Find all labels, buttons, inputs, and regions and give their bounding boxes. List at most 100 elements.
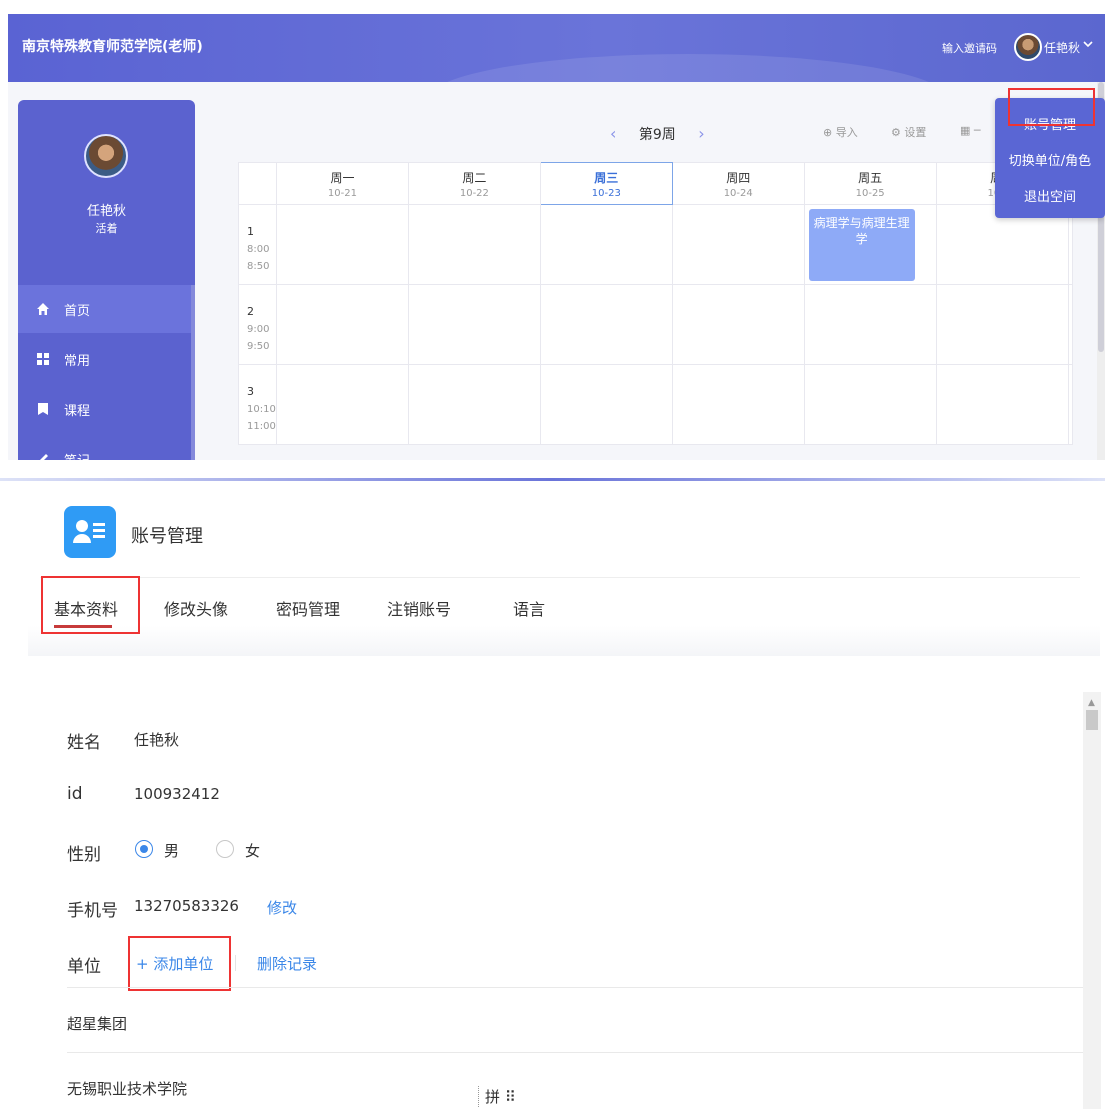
schedule-cell[interactable] — [803, 284, 937, 365]
invite-code-link[interactable]: 输入邀请码 — [942, 40, 997, 56]
account-icon-line — [93, 529, 105, 532]
schedule-cell[interactable] — [276, 284, 409, 365]
sidebar-item-common[interactable]: 常用 — [18, 335, 191, 383]
gender-male-label[interactable]: 男 — [164, 840, 179, 861]
schedule-cell[interactable] — [671, 204, 805, 285]
schedule-cell[interactable] — [407, 284, 541, 365]
schedule-row: 3 10:10 11:00 — [238, 364, 1074, 445]
course-card[interactable]: 病理学与病理生理学 — [808, 209, 915, 281]
day-header: 周四 10-24 — [671, 162, 805, 205]
bookmark-icon — [36, 402, 50, 416]
tab-language[interactable]: 语言 — [513, 596, 545, 620]
view-toggle-icon[interactable]: ▦ ─ — [960, 124, 981, 137]
menu-item-exit-space[interactable]: 退出空间 — [995, 186, 1105, 205]
phone-edit-link[interactable]: 修改 — [267, 897, 297, 918]
day-header-today: 周三 10-23 — [539, 162, 673, 205]
day-name: 周五 — [858, 170, 883, 185]
account-management-screenshot: 账号管理 基本资料 修改头像 密码管理 注销账号 语言 姓名 任艳秋 id 10… — [0, 472, 1105, 1109]
slot-number: 1 — [247, 225, 254, 238]
schedule-cell[interactable] — [671, 284, 805, 365]
app-title: 南京特殊教育师范学院(老师) — [22, 39, 203, 55]
day-date: 10-22 — [459, 187, 489, 199]
schedule-cell[interactable] — [539, 204, 673, 285]
corner-cell — [238, 162, 277, 205]
gender-female-label[interactable]: 女 — [245, 840, 260, 861]
content-scrollbar[interactable]: ▲ — [1083, 692, 1101, 1109]
gender-male-radio[interactable] — [135, 840, 153, 858]
schedule-cell[interactable] — [539, 364, 673, 445]
schedule-row: 1 8:00 8:50 病理学与病理生理学 — [238, 204, 1074, 285]
schedule-cell[interactable]: 病理学与病理生理学 — [803, 204, 937, 285]
gender-female-radio[interactable] — [216, 840, 234, 858]
tabs-top-divider — [40, 577, 1080, 578]
phone-label: 手机号 — [67, 901, 118, 921]
id-value: 100932412 — [134, 785, 220, 803]
sidebar-item-notes[interactable]: 笔记 — [18, 435, 191, 460]
prev-week-button[interactable]: ‹ — [610, 124, 616, 143]
settings-label: 设置 — [904, 126, 927, 139]
delete-record-link[interactable]: 删除记录 — [257, 953, 317, 974]
slot-number: 3 — [247, 385, 254, 398]
account-icon-body — [73, 534, 91, 543]
units-divider — [67, 987, 1083, 988]
schedule-row: 2 9:00 9:50 — [238, 284, 1074, 365]
phone-value: 13270583326 — [134, 897, 239, 915]
schedule-cell[interactable] — [935, 284, 1069, 365]
scroll-up-icon[interactable]: ▲ — [1088, 698, 1095, 708]
schedule-cell[interactable] — [935, 364, 1069, 445]
day-header: 周五 10-25 — [803, 162, 937, 205]
page-title: 账号管理 — [131, 526, 203, 547]
sidebar-item-label: 笔记 — [64, 450, 90, 461]
day-date: 10-21 — [327, 187, 357, 199]
sidebar-item-home[interactable]: 首页 — [18, 285, 191, 333]
tab-change-avatar[interactable]: 修改头像 — [164, 596, 228, 620]
menu-item-switch-unit[interactable]: 切换单位/角色 — [995, 150, 1105, 169]
day-date: 10-23 — [591, 187, 621, 199]
slot-start: 9:00 — [247, 324, 270, 335]
schedule-cell[interactable] — [407, 364, 541, 445]
sidebar-scrollbar[interactable] — [191, 285, 195, 460]
user-avatar[interactable] — [1014, 33, 1042, 61]
day-name: 周三 — [594, 170, 619, 185]
profile-status: 活着 — [95, 222, 118, 235]
day-name: 周四 — [726, 170, 751, 185]
grid-icon — [36, 352, 50, 366]
schedule-cell[interactable] — [276, 204, 409, 285]
schedule-cell[interactable] — [803, 364, 937, 445]
schedule-screenshot: 南京特殊教育师范学院(老师) 输入邀请码 任艳秋 任艳秋 活着 首页 常用 课程… — [8, 14, 1105, 460]
next-week-button[interactable]: › — [698, 124, 704, 143]
day-name: 周一 — [330, 170, 355, 185]
user-name[interactable]: 任艳秋 — [1044, 39, 1080, 56]
ime-indicator[interactable]: 拼 ⠿ — [478, 1086, 516, 1107]
units-divider — [67, 1052, 1083, 1053]
highlight-box-account-management — [1008, 88, 1095, 126]
schedule-cell[interactable] — [407, 204, 541, 285]
import-button[interactable]: ⊕ 导入 — [823, 124, 858, 140]
import-icon: ⊕ — [823, 126, 833, 139]
account-card-icon — [64, 506, 116, 558]
pen-icon — [36, 452, 50, 460]
day-header: 周一 10-21 — [276, 162, 409, 205]
schedule-cell[interactable] — [1067, 364, 1074, 445]
settings-button[interactable]: ⚙ 设置 — [891, 124, 926, 140]
top-bar: 南京特殊教育师范学院(老师) 输入邀请码 任艳秋 — [8, 14, 1105, 82]
chevron-down-icon[interactable] — [1083, 38, 1093, 52]
account-icon-line — [93, 523, 105, 526]
schedule-cell[interactable] — [276, 364, 409, 445]
sidebar-item-course[interactable]: 课程 — [18, 385, 191, 433]
day-date: 10-24 — [723, 187, 753, 199]
profile-avatar[interactable] — [84, 134, 128, 178]
tab-password[interactable]: 密码管理 — [276, 596, 340, 620]
schedule-cell[interactable] — [671, 364, 805, 445]
schedule-cell[interactable] — [539, 284, 673, 365]
tab-delete-account[interactable]: 注销账号 — [387, 596, 451, 620]
home-icon — [36, 302, 50, 316]
name-value: 任艳秋 — [134, 731, 180, 749]
sidebar: 任艳秋 活着 首页 常用 课程 笔记 — [18, 100, 195, 460]
schedule-header-row: 周一 10-21 周二 10-22 周三 10-23 周四 10-24 周五 10-25 … — [238, 162, 1074, 205]
schedule-cell[interactable] — [1067, 284, 1074, 365]
scrollbar-thumb[interactable] — [1086, 710, 1098, 730]
day-name: 周二 — [462, 170, 487, 185]
sidebar-item-label: 常用 — [64, 353, 91, 369]
slot-start: 8:00 — [247, 244, 270, 255]
